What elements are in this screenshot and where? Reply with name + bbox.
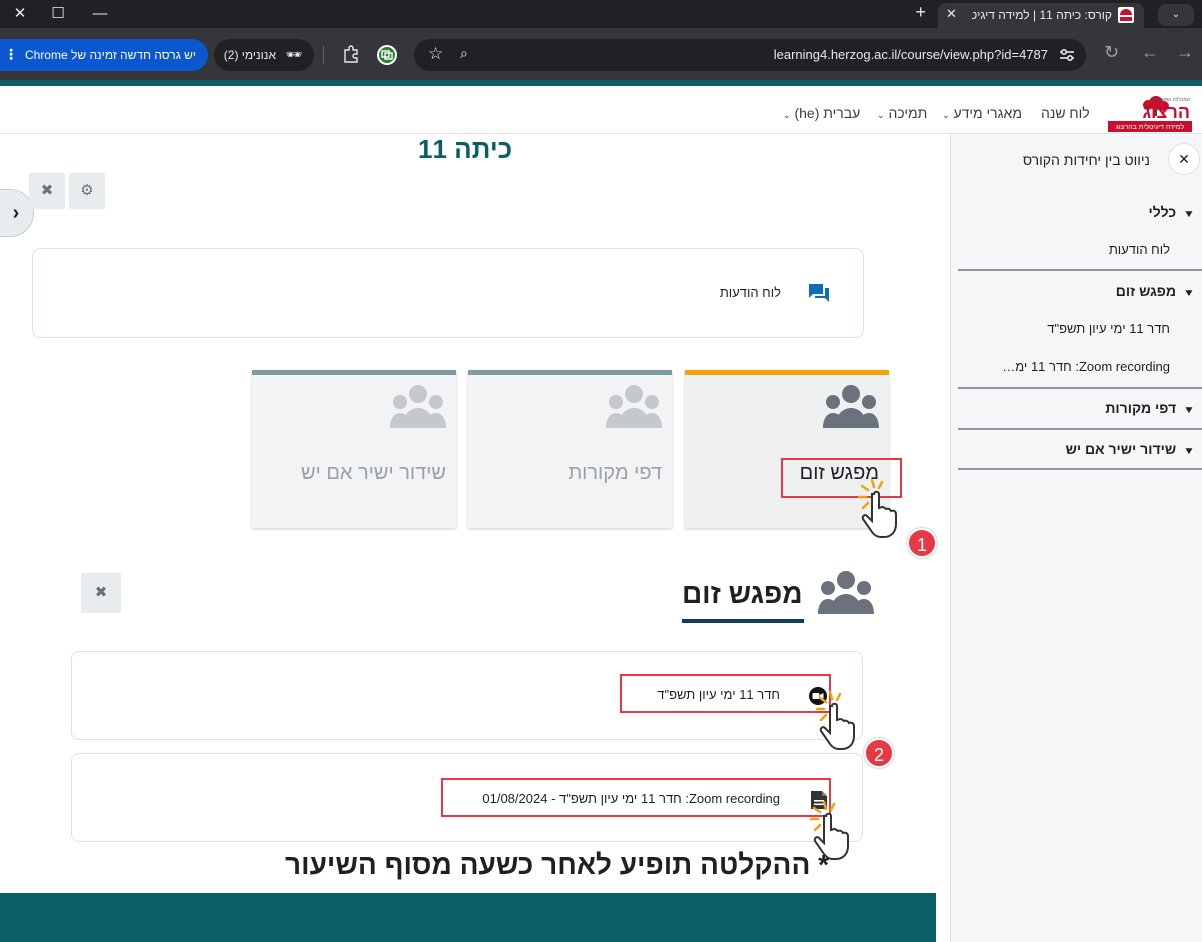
logo-text: הרצוג	[1142, 102, 1190, 122]
chevron-down-icon: ▼	[1183, 405, 1195, 416]
forward-arrow-icon[interactable]: ←	[1141, 42, 1159, 63]
index-item-zoom-recording[interactable]: Zoom recording: חדר 11 ימ…	[1002, 359, 1170, 374]
section-divider	[958, 468, 1202, 470]
incognito-indicator[interactable]: 🕶 אנונימי (2)	[214, 39, 314, 71]
window-minimize-icon[interactable]: —	[80, 0, 120, 28]
section-divider	[958, 428, 1202, 430]
browser-tab[interactable]: קורס: כיתה 11 | למידה דיגיטלית ✕	[938, 3, 1144, 28]
reload-icon[interactable]: ↻	[1104, 42, 1119, 63]
chrome-update-button[interactable]: יש גרסה חדשה זמינה של Chrome ⋮	[0, 39, 208, 71]
nav-language[interactable]: עברית (he) ⌄	[783, 105, 860, 121]
herzog-logo[interactable]: הרצוג המכללה האקדמית למידה דיגיטלית בהרצ…	[1104, 94, 1192, 134]
site-favicon-icon	[1118, 7, 1134, 23]
tile-active-bar	[685, 370, 889, 375]
announcements-activity[interactable]: לוח הודעות	[32, 248, 864, 338]
collapse-close-icon[interactable]: ✖	[29, 173, 65, 209]
people-group-icon	[606, 385, 662, 428]
chevron-down-icon: ▼	[1183, 209, 1195, 220]
extensions-puzzle-icon[interactable]	[342, 45, 360, 63]
section-title-underline	[682, 619, 804, 623]
index-item-announcements[interactable]: לוח הודעות	[1109, 242, 1170, 257]
highlight-box	[441, 778, 831, 817]
section-close-icon[interactable]: ✖	[81, 573, 121, 613]
incognito-icon: 🕶	[285, 47, 302, 62]
browser-tab-bar: ✕ ☐ — + קורס: כיתה 11 | למידה דיגיטלית ✕…	[0, 0, 1202, 28]
settings-gear-icon[interactable]: ⚙	[69, 173, 105, 209]
site-navbar: הרצוג המכללה האקדמית למידה דיגיטלית בהרצ…	[0, 86, 1202, 134]
section-title: מפגש זום	[682, 578, 803, 609]
close-drawer-icon[interactable]: ✕	[1168, 143, 1200, 175]
tile-name: שידור ישיר אם יש	[300, 462, 446, 484]
nav-calendar[interactable]: לוח שנה	[1041, 105, 1090, 121]
tile-live-broadcast[interactable]: שידור ישיר אם יש	[252, 370, 456, 528]
recording-note: * ההקלטה תופיע לאחר כשעה מסוף השיעור	[285, 849, 830, 880]
tile-name: דפי מקורות	[568, 462, 662, 484]
section-live-label: שידור ישיר אם יש	[1065, 441, 1177, 457]
chevron-down-icon: ⌄	[783, 110, 791, 120]
toolbar-divider	[323, 46, 324, 64]
people-group-icon	[823, 385, 879, 428]
chevron-down-icon: ⌄	[877, 110, 885, 120]
section-zoom-label: מפגש זום	[1115, 283, 1177, 299]
course-index-drawer: ✕ ניווט בין יחידות הקורס ▼ כללי לוח הודעו…	[950, 135, 1202, 942]
back-arrow-icon[interactable]: →	[1176, 42, 1194, 63]
drawer-title: ניווט בין יחידות הקורס	[1022, 152, 1150, 168]
nav-support-label: תמיכה	[888, 105, 928, 121]
step-badge: 2	[864, 738, 894, 768]
site-settings-icon[interactable]	[1058, 47, 1076, 63]
url-text: learning4.herzog.ac.il/course/view.php?i…	[773, 47, 1048, 62]
nav-language-label: עברית (he)	[794, 105, 861, 121]
logo-subtitle: למידה דיגיטלית בהרצוג	[1116, 123, 1185, 131]
tile-source-pages[interactable]: דפי מקורות	[468, 370, 672, 528]
zoom-lens-icon[interactable]: ⌕	[460, 45, 468, 62]
tab-title: קורס: כיתה 11 | למידה דיגיטלית	[972, 8, 1112, 22]
nav-databases-label: מאגרי מידע	[953, 105, 1022, 121]
incognito-label: אנונימי (2)	[223, 48, 276, 62]
tab-close-icon[interactable]: ✕	[946, 6, 957, 22]
section-source-pages[interactable]: ▼ דפי מקורות	[1105, 400, 1195, 416]
section-sources-label: דפי מקורות	[1105, 400, 1177, 416]
section-live-broadcast[interactable]: ▼ שידור ישיר אם יש	[1065, 441, 1195, 457]
step-badge: 1	[907, 528, 937, 558]
section-divider	[958, 269, 1202, 271]
tile-bar	[468, 370, 672, 375]
nav-support[interactable]: תמיכה ⌄	[877, 105, 927, 121]
people-group-icon	[818, 571, 874, 614]
extension-green-icon[interactable]	[376, 44, 398, 66]
section-general-label: כללי	[1148, 204, 1177, 220]
new-tab-button[interactable]: +	[915, 2, 926, 23]
address-bar[interactable]: learning4.herzog.ac.il/course/view.php?i…	[414, 39, 1086, 71]
nav-databases[interactable]: מאגרי מידע ⌄	[942, 105, 1022, 121]
forum-icon	[809, 284, 829, 302]
more-menu-icon[interactable]: ⋮	[4, 46, 18, 63]
page-title: כיתה 11	[418, 134, 513, 164]
page-footer	[0, 893, 936, 942]
people-group-icon	[390, 385, 446, 428]
tab-search-chevron-icon[interactable]: ⌄	[1158, 4, 1194, 26]
pointing-hand-icon	[858, 478, 897, 538]
index-item-zoom-room[interactable]: חדר 11 ימי עיון תשפ"ד	[1047, 321, 1170, 336]
bookmark-star-icon[interactable]: ☆	[428, 44, 443, 64]
window-close-icon[interactable]: ✕	[0, 0, 40, 28]
window-maximize-icon[interactable]: ☐	[38, 0, 78, 28]
section-divider	[958, 387, 1202, 389]
chevron-down-icon: ▼	[1183, 288, 1195, 299]
chevron-down-icon: ⌄	[942, 110, 950, 120]
announcements-label: לוח הודעות	[719, 285, 781, 300]
chevron-down-icon: ▼	[1183, 446, 1195, 457]
section-general[interactable]: ▼ כללי	[1148, 204, 1195, 220]
section-zoom-meeting[interactable]: ▼ מפגש זום	[1115, 283, 1195, 299]
highlight-box	[620, 674, 831, 713]
logo-top-text: המכללה האקדמית	[1151, 96, 1190, 103]
tile-bar	[252, 370, 456, 375]
update-label: יש גרסה חדשה זמינה של Chrome	[24, 48, 196, 62]
browser-toolbar: → ← ↻ learning4.herzog.ac.il/course/view…	[0, 28, 1202, 80]
